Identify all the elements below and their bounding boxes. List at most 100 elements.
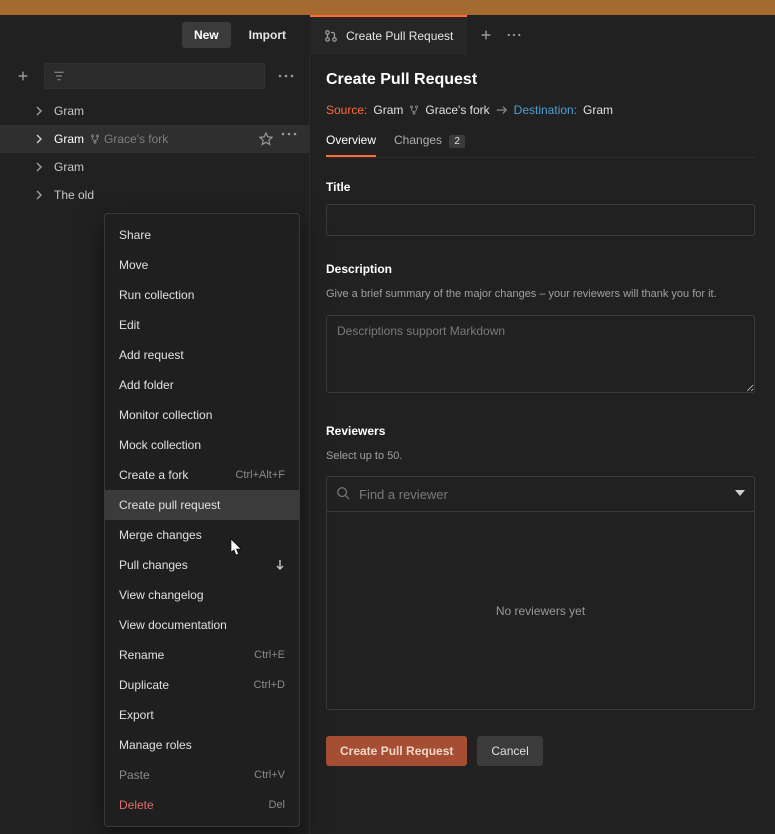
chevron-right-icon <box>34 190 44 200</box>
reviewers-section: Reviewers Select up to 50. No reviewers … <box>326 424 755 711</box>
context-menu-item[interactable]: Share <box>105 220 299 250</box>
import-button[interactable]: Import <box>239 22 296 48</box>
context-menu-item[interactable]: Manage roles <box>105 730 299 760</box>
context-menu-item-label: Create a fork <box>119 468 188 482</box>
tree-item[interactable]: The old <box>0 181 309 209</box>
context-menu-item[interactable]: RenameCtrl+E <box>105 640 299 670</box>
context-menu-item[interactable]: Move <box>105 250 299 280</box>
description-input[interactable] <box>326 315 755 393</box>
tree-item-label: The old <box>54 188 94 202</box>
context-menu-item[interactable]: Add folder <box>105 370 299 400</box>
cancel-button[interactable]: Cancel <box>477 736 542 766</box>
description-label: Description <box>326 262 755 276</box>
tree-item[interactable]: Gram <box>0 97 309 125</box>
sidebar-filter-input[interactable] <box>44 63 265 89</box>
context-menu-item-label: Delete <box>119 798 154 812</box>
context-menu-shortcut: Del <box>268 799 285 811</box>
context-menu-item[interactable]: Pull changes <box>105 550 299 580</box>
add-tab-icon[interactable] <box>479 28 493 42</box>
tab-row-left: New Import <box>0 22 310 48</box>
tree-item-sublabel: Grace's fork <box>104 132 168 146</box>
sidebar-more-icon[interactable] <box>275 65 297 87</box>
tab-label: Create Pull Request <box>346 29 453 43</box>
context-menu-item-label: Export <box>119 708 154 722</box>
context-menu-item-label: Edit <box>119 318 140 332</box>
context-menu-item[interactable]: Export <box>105 700 299 730</box>
cursor-pointer-icon <box>226 537 244 559</box>
context-menu-item-label: Pull changes <box>119 558 188 572</box>
caret-down-icon[interactable] <box>735 490 745 496</box>
source-value: Gram <box>373 103 403 117</box>
context-menu-item[interactable]: Mock collection <box>105 430 299 460</box>
chevron-right-icon <box>34 162 44 172</box>
destination-label: Destination: <box>514 103 577 117</box>
source-destination-bar: Source: Gram Grace's fork Destination: G… <box>326 103 755 117</box>
title-input[interactable] <box>326 204 755 236</box>
context-menu-item[interactable]: Add request <box>105 340 299 370</box>
chevron-right-icon <box>34 106 44 116</box>
context-menu-item-label: Run collection <box>119 288 194 302</box>
context-menu-item-label: Duplicate <box>119 678 169 692</box>
context-menu-item[interactable]: Create a fork Ctrl+Alt+F <box>105 460 299 490</box>
context-menu-item-label: View changelog <box>119 588 204 602</box>
tab-more-icon[interactable] <box>507 28 521 42</box>
context-menu-item[interactable]: Merge changes <box>105 520 299 550</box>
arrow-right-icon <box>496 104 508 116</box>
context-menu-shortcut: Ctrl+E <box>254 649 285 661</box>
pull-request-icon <box>324 29 338 43</box>
description-section: Description Give a brief summary of the … <box>326 262 755 398</box>
reviewers-help-text: Select up to 50. <box>326 448 755 465</box>
tree-item[interactable]: Gram Grace's fork <box>0 125 309 153</box>
context-menu-item[interactable]: View documentation <box>105 610 299 640</box>
tab-suffix <box>467 28 533 42</box>
view-tabs: Overview Changes 2 <box>326 133 755 158</box>
context-menu-item[interactable]: Create pull request <box>105 490 299 520</box>
reviewer-search-input[interactable] <box>326 476 755 512</box>
fork-icon <box>409 105 419 115</box>
context-menu-item-label: View documentation <box>119 618 227 632</box>
context-menu-item[interactable]: Paste Ctrl+V <box>105 760 299 790</box>
context-menu-item-label: Create pull request <box>119 498 220 512</box>
window-accent-bar <box>0 0 775 15</box>
context-menu-item[interactable]: Edit <box>105 310 299 340</box>
context-menu-item[interactable]: Delete Del <box>105 790 299 820</box>
tab-create-pull-request[interactable]: Create Pull Request <box>310 15 467 55</box>
changes-count-badge: 2 <box>449 135 465 148</box>
tab-changes[interactable]: Changes 2 <box>394 133 465 157</box>
create-pull-request-button[interactable]: Create Pull Request <box>326 736 467 766</box>
context-menu-shortcut: Ctrl+V <box>254 769 285 781</box>
chevron-right-icon <box>34 134 44 144</box>
sidebar: Gram Gram Grace's fork Gram The old <box>0 55 310 834</box>
sidebar-add-icon[interactable] <box>12 65 34 87</box>
title-label: Title <box>326 180 755 194</box>
sidebar-toolbar <box>0 55 309 97</box>
context-menu-item[interactable]: Run collection <box>105 280 299 310</box>
reviewers-label: Reviewers <box>326 424 755 438</box>
new-button[interactable]: New <box>182 22 231 48</box>
fork-icon <box>90 134 100 144</box>
context-menu-item-label: Monitor collection <box>119 408 212 422</box>
context-menu-item[interactable]: View changelog <box>105 580 299 610</box>
star-icon[interactable] <box>259 132 273 146</box>
tree-item-label: Gram <box>54 104 84 118</box>
reviewers-list: No reviewers yet <box>326 512 755 710</box>
collection-tree: Gram Gram Grace's fork Gram The old <box>0 97 309 209</box>
context-menu-shortcut: Ctrl+Alt+F <box>235 469 285 481</box>
title-section: Title <box>326 180 755 236</box>
context-menu-item[interactable]: Monitor collection <box>105 400 299 430</box>
search-icon <box>336 486 350 500</box>
context-menu-shortcut: Ctrl+D <box>254 679 285 691</box>
tree-item[interactable]: Gram <box>0 153 309 181</box>
context-menu-item-label: Manage roles <box>119 738 192 752</box>
context-menu-item-label: Add folder <box>119 378 174 392</box>
tab-changes-label: Changes <box>394 133 442 147</box>
tree-item-label: Gram <box>54 160 84 174</box>
context-menu-item-label: Paste <box>119 768 150 782</box>
source-fork-value: Grace's fork <box>425 103 489 117</box>
reviewers-empty-text: No reviewers yet <box>496 604 585 618</box>
source-label: Source: <box>326 103 367 117</box>
description-help-text: Give a brief summary of the major change… <box>326 286 755 303</box>
tab-overview[interactable]: Overview <box>326 133 376 157</box>
tree-item-more-icon[interactable] <box>281 132 297 146</box>
context-menu-item[interactable]: Duplicate Ctrl+D <box>105 670 299 700</box>
